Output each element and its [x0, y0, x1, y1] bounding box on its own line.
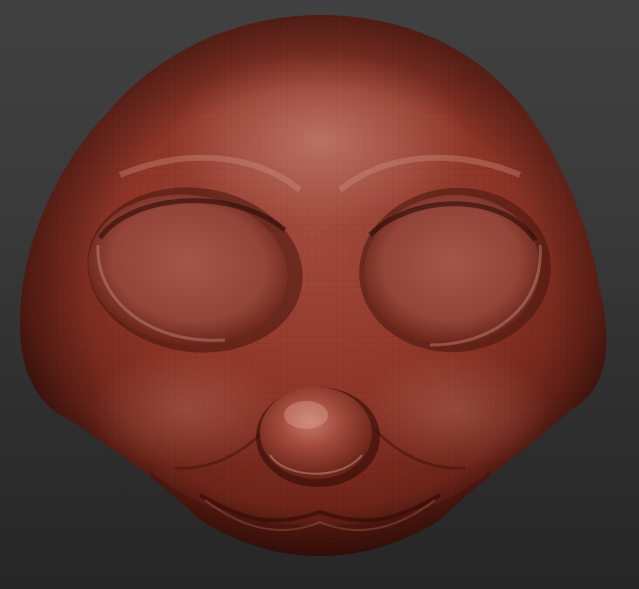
left-cheek [90, 350, 280, 470]
nose[interactable] [256, 387, 380, 487]
right-cheek [360, 350, 550, 470]
3d-viewport[interactable] [0, 0, 639, 589]
sculpt-render[interactable] [0, 0, 639, 589]
nose-highlight [284, 401, 328, 429]
